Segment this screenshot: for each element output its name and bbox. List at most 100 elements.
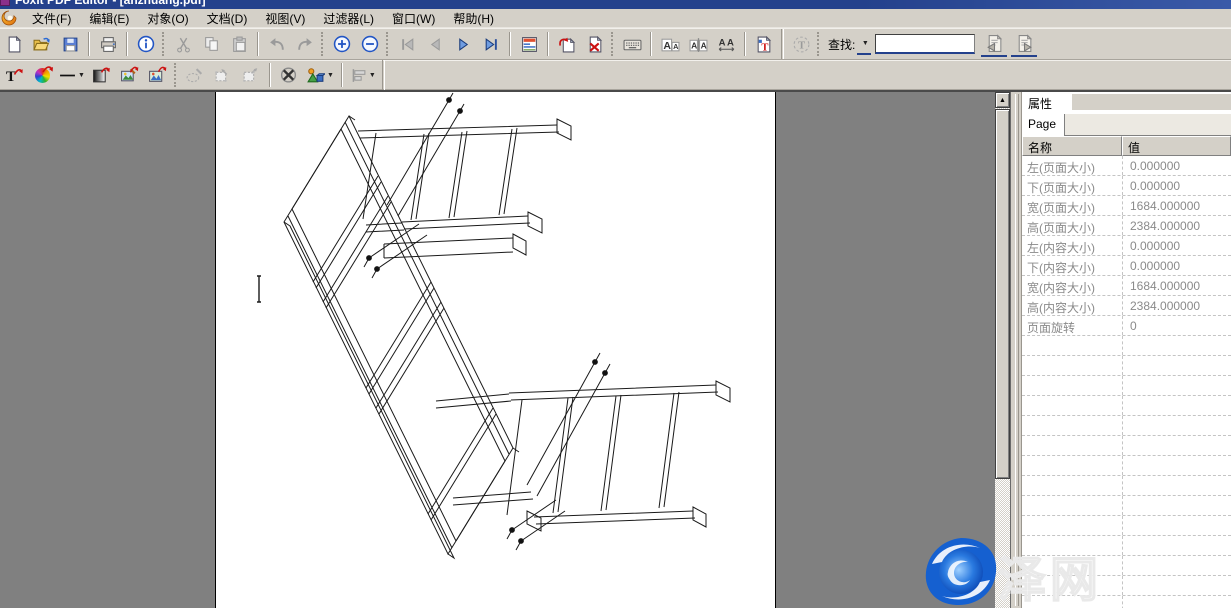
fill-style-button[interactable] [89, 62, 115, 88]
document-canvas[interactable]: ▲ [0, 92, 1010, 608]
edit-color-button[interactable] [29, 62, 55, 88]
toolbar-grip [386, 32, 389, 56]
empty-row [1022, 356, 1231, 376]
menu-help[interactable]: 帮助(H) [444, 8, 503, 29]
print-button[interactable] [95, 31, 121, 57]
edit-text-button[interactable]: T [1, 62, 27, 88]
redo-button[interactable] [292, 31, 318, 57]
property-row[interactable]: 下(页面大小)0.000000 [1022, 176, 1231, 196]
tab-page[interactable]: Page [1022, 114, 1065, 136]
menu-bar: 文件(F) 编辑(E) 对象(O) 文档(D) 视图(V) 过滤器(L) 窗口(… [0, 9, 1231, 28]
add-text-button[interactable]: T [751, 31, 777, 57]
prev-page-button[interactable] [422, 31, 448, 57]
object-toolbar: T ▼ [0, 60, 1231, 90]
svg-text:T: T [761, 42, 768, 53]
property-row[interactable]: 宽(内容大小)1684.000000 [1022, 276, 1231, 296]
align-dropdown[interactable]: ▼ [369, 72, 376, 79]
separator [744, 32, 746, 56]
app-icon [0, 0, 10, 6]
find-input[interactable] [875, 34, 975, 54]
watermark-logo-icon [922, 536, 1000, 608]
panel-title: 属性 [1028, 95, 1052, 112]
find-previous-button[interactable] [981, 31, 1007, 57]
menu-window[interactable]: 窗口(W) [383, 8, 444, 29]
send-backward-button[interactable] [210, 62, 236, 88]
pdf-page[interactable] [215, 92, 776, 608]
word-spacing-button[interactable]: AA [713, 31, 739, 57]
empty-row [1022, 476, 1231, 496]
property-row[interactable]: 左(页面大小)0.000000 [1022, 156, 1231, 176]
property-row[interactable]: 宽(页面大小)1684.000000 [1022, 196, 1231, 216]
separator [509, 32, 511, 56]
menu-filter[interactable]: 过滤器(L) [314, 8, 383, 29]
separator [257, 32, 259, 56]
align-button[interactable]: ▼ [348, 62, 378, 88]
menu-document[interactable]: 文档(D) [198, 8, 257, 29]
copy-button[interactable] [198, 31, 224, 57]
page-layout-button[interactable] [516, 31, 542, 57]
window-title: Foxit PDF Editor - [anzhuang.pdf] [15, 0, 206, 7]
add-page-button[interactable] [554, 31, 580, 57]
zoom-out-button[interactable] [357, 31, 383, 57]
vertical-scrollbar[interactable]: ▲ [995, 92, 1010, 608]
scrollbar-thumb[interactable] [995, 109, 1010, 479]
find-label: 查找: [828, 36, 855, 53]
menu-view[interactable]: 视图(V) [256, 8, 314, 29]
svg-text:A: A [691, 40, 697, 50]
char-spacing-button[interactable]: AA [685, 31, 711, 57]
lasso-select-button[interactable] [182, 62, 208, 88]
property-row[interactable]: 左(内容大小)0.000000 [1022, 236, 1231, 256]
property-table-header: 名称 值 [1022, 136, 1231, 156]
save-button[interactable] [57, 31, 83, 57]
line-style-button[interactable]: ▼ [57, 62, 87, 88]
menu-edit[interactable]: 编辑(E) [80, 8, 138, 29]
delete-page-button[interactable] [582, 31, 608, 57]
toolbar-grip [611, 32, 614, 56]
find-toolbar: 查找: ▼ [824, 31, 1039, 57]
property-row[interactable]: 页面旋转0 [1022, 316, 1231, 336]
info-button[interactable] [133, 31, 159, 57]
pdf-editor-logo-icon [1, 10, 19, 27]
find-dropdown-button[interactable]: ▼ [857, 33, 871, 55]
bring-forward-button[interactable] [238, 62, 264, 88]
svg-text:T: T [798, 40, 805, 51]
column-header-name[interactable]: 名称 [1022, 136, 1122, 156]
empty-row [1022, 456, 1231, 476]
property-row[interactable]: 高(内容大小)2384.000000 [1022, 296, 1231, 316]
toolbar-block-border [781, 29, 784, 59]
new-file-button[interactable] [1, 31, 27, 57]
next-page-button[interactable] [450, 31, 476, 57]
insert-shapes-button[interactable]: ▼ [304, 62, 336, 88]
first-page-button[interactable] [394, 31, 420, 57]
toolbar-grip [321, 32, 324, 56]
scroll-up-button[interactable]: ▲ [995, 92, 1010, 108]
open-file-button[interactable] [29, 31, 55, 57]
zoom-in-button[interactable] [329, 31, 355, 57]
svg-text:A: A [718, 37, 725, 48]
toolbar-grip [817, 32, 820, 56]
undo-button[interactable] [264, 31, 290, 57]
cut-button[interactable] [170, 31, 196, 57]
column-header-value[interactable]: 值 [1122, 136, 1231, 156]
menu-file[interactable]: 文件(F) [23, 8, 80, 29]
line-style-dropdown[interactable]: ▼ [78, 72, 85, 79]
keyboard-button[interactable] [619, 31, 645, 57]
empty-row [1022, 376, 1231, 396]
text-circle-button[interactable]: T [788, 31, 814, 57]
edit-image-button[interactable] [117, 62, 143, 88]
separator [341, 63, 343, 87]
panel-caption: 属性 [1022, 92, 1231, 114]
panel-splitter[interactable] [1010, 92, 1022, 608]
svg-text:A: A [700, 40, 706, 50]
paste-button[interactable] [226, 31, 252, 57]
properties-panel: 属性 Page 名称 值 左(页面大小)0.000000 下(页面大小)0.00… [1022, 92, 1231, 608]
last-page-button[interactable] [478, 31, 504, 57]
shapes-dropdown[interactable]: ▼ [327, 72, 334, 79]
find-next-button[interactable] [1011, 31, 1037, 57]
char-size-button[interactable]: AA [657, 31, 683, 57]
delete-object-button[interactable] [276, 62, 302, 88]
menu-object[interactable]: 对象(O) [138, 8, 197, 29]
replace-image-button[interactable] [145, 62, 171, 88]
property-row[interactable]: 下(内容大小)0.000000 [1022, 256, 1231, 276]
property-row[interactable]: 高(页面大小)2384.000000 [1022, 216, 1231, 236]
